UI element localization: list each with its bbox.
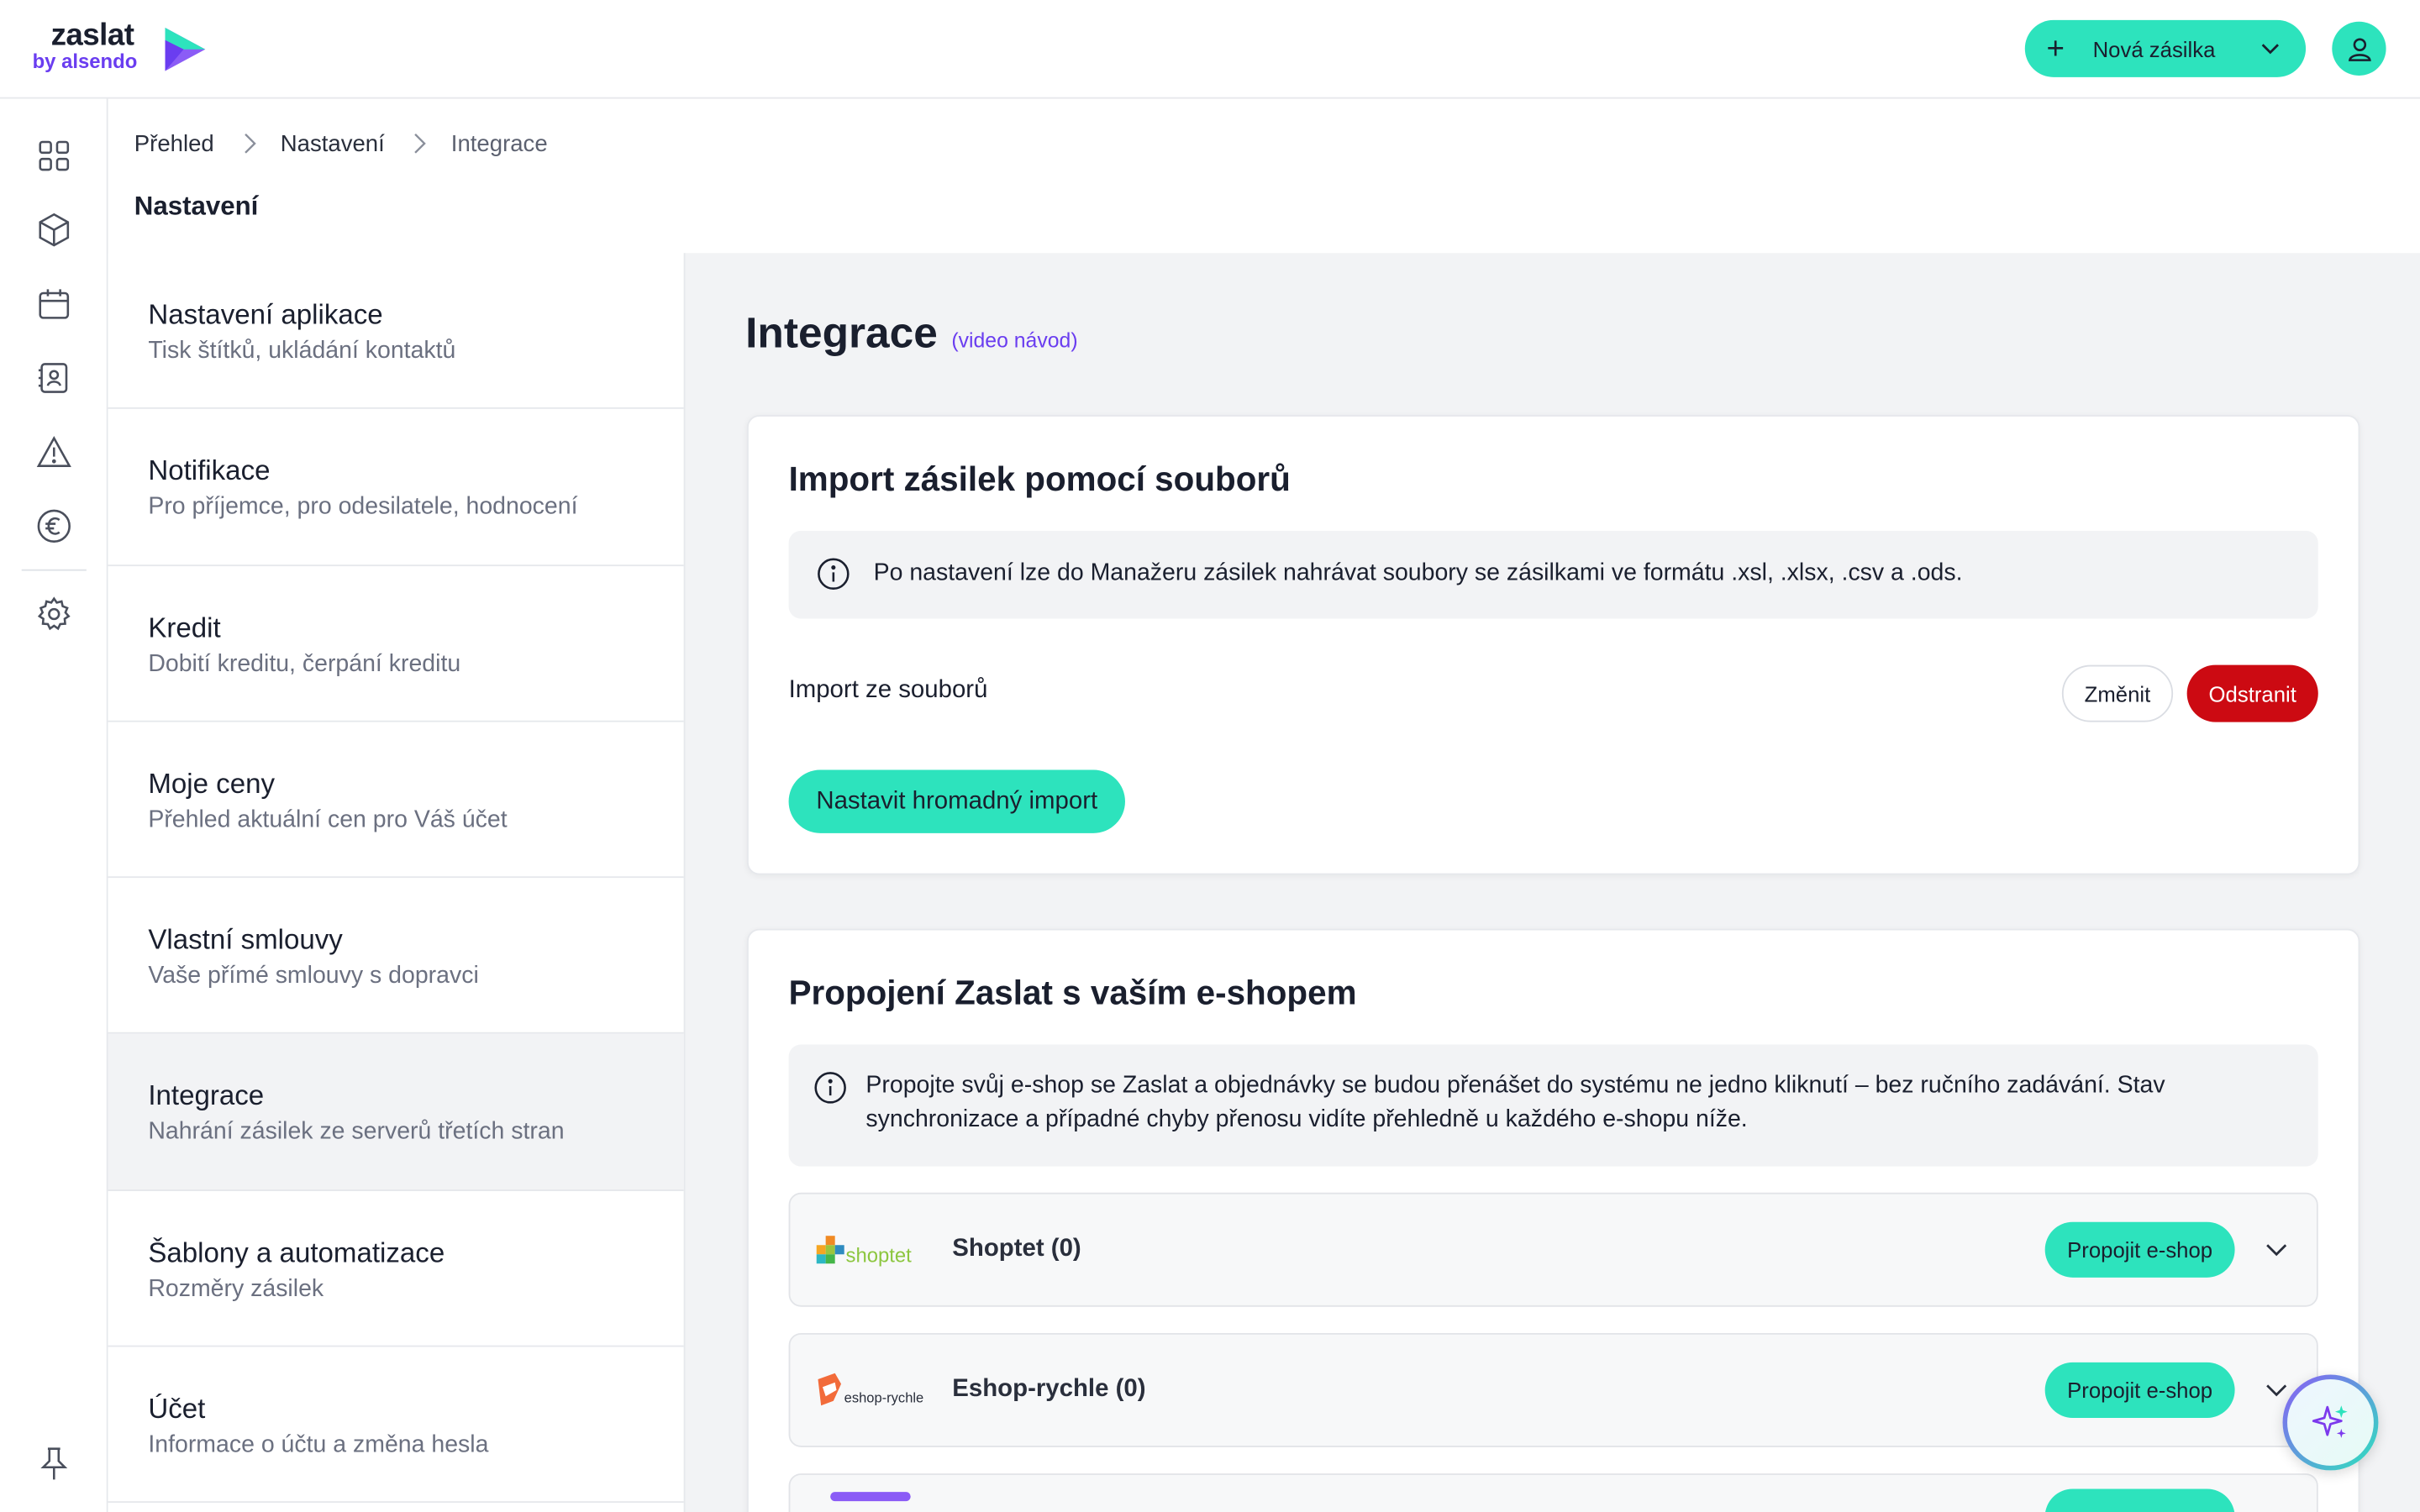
pin-icon[interactable] — [35, 1446, 72, 1483]
menu-item-subtitle: Nahrání zásilek ze serverů třetích stran — [148, 1119, 565, 1146]
menu-item-title: Nastavení aplikace — [148, 299, 383, 331]
remove-button[interactable]: Odstranit — [2186, 664, 2318, 722]
main-content: Integrace (video návod) Import zásilek p… — [685, 253, 2420, 1512]
menu-item-subtitle: Rozměry zásilek — [148, 1275, 324, 1302]
info-box: Po nastavení lze do Manažeru zásilek nah… — [788, 530, 2318, 619]
logo-by: by alsendo — [32, 49, 138, 73]
menu-item-subtitle: Informace o účtu a změna hesla — [148, 1431, 489, 1458]
menu-item-integration[interactable]: Integrace Nahrání zásilek ze serverů tře… — [108, 1034, 684, 1191]
eshop-connection-card: Propojení Zaslat s vaším e-shopem Propoj… — [746, 928, 2360, 1512]
video-guide-link[interactable]: (video návod) — [951, 328, 1077, 352]
menu-item-credit[interactable]: Kredit Dobití kreditu, čerpání kreditu — [108, 565, 684, 722]
breadcrumb-integration: Integrace — [450, 130, 548, 157]
shop-name: Eshop-rychle (0) — [952, 1376, 1146, 1403]
menu-item-own-contracts[interactable]: Vlastní smlouvy Vaše přímé smlouvy s dop… — [108, 878, 684, 1035]
user-icon — [2348, 37, 2370, 60]
svg-text:shoptet: shoptet — [846, 1244, 913, 1267]
integration-title: Integrace — [745, 308, 938, 357]
shop-logo-partial — [830, 1492, 911, 1502]
menu-item-title: Moje ceny — [148, 768, 276, 800]
info-text: Propojte svůj e-shop se Zaslat a objedná… — [865, 1072, 2165, 1133]
menu-item-my-prices[interactable]: Moje ceny Přehled aktuální cen pro Váš ú… — [108, 722, 684, 879]
app-root: zaslat by alsendo + Nová zásilka Přehled… — [0, 0, 2420, 1512]
menu-item-title: Vlastní smlouvy — [148, 924, 343, 956]
new-shipment-button[interactable]: + Nová zásilka — [2024, 19, 2307, 77]
warning-icon[interactable] — [35, 433, 72, 470]
menu-item-subtitle: Pro příjemce, pro odesilatele, hodnocení — [148, 494, 578, 521]
menu-item-title: Účet — [148, 1393, 206, 1425]
calendar-icon[interactable] — [35, 286, 72, 323]
menu-item-subtitle: Tisk štítků, ukládání kontaktů — [148, 338, 456, 365]
shoptet-logo-icon: shoptet — [816, 1236, 913, 1267]
connect-eshop-button[interactable]: Propojit e-shop — [2044, 1362, 2235, 1418]
info-text: Po nastavení lze do Manažeru zásilek nah… — [873, 559, 1963, 586]
chevron-right-icon — [242, 133, 257, 155]
menu-item-subtitle: Dobití kreditu, čerpání kreditu — [148, 650, 461, 677]
import-row-label: Import ze souborů — [788, 677, 988, 704]
zaslat-logo[interactable]: zaslat by alsendo — [33, 18, 210, 80]
menu-item-title: Integrace — [148, 1080, 265, 1112]
shop-row-shoptet[interactable]: shoptet Shoptet (0) Propojit e-shop — [788, 1192, 2318, 1307]
chevron-down-icon — [2261, 44, 2279, 55]
top-bar: zaslat by alsendo + Nová zásilka — [0, 0, 2420, 99]
svg-text:eshop-rychle: eshop-rychle — [844, 1390, 924, 1406]
chevron-down-icon[interactable] — [2264, 1378, 2288, 1402]
menu-item-title: Kredit — [148, 612, 221, 643]
plus-icon: + — [2046, 31, 2065, 66]
eshop-rychle-logo-icon: eshop-rychle — [818, 1373, 924, 1406]
menu-item-subtitle: Vaše přímé smlouvy s dopravci — [148, 963, 479, 990]
settings-icon[interactable] — [35, 596, 72, 633]
sparkles-icon — [2312, 1405, 2348, 1438]
card-title: Propojení Zaslat s vaším e-shopem — [788, 973, 1357, 1012]
rail-divider — [21, 569, 87, 571]
shop-name: Shoptet (0) — [952, 1236, 1081, 1263]
info-icon — [818, 558, 850, 590]
dashboard-icon[interactable] — [35, 137, 72, 174]
connect-eshop-button[interactable]: Propojit e-shop — [2044, 1221, 2235, 1278]
page-title: Nastavení — [134, 191, 259, 221]
info-icon — [814, 1072, 846, 1104]
connect-eshop-button-partial[interactable] — [2044, 1488, 2235, 1512]
icon-rail — [0, 98, 108, 1512]
menu-item-templates[interactable]: Šablony a automatizace Rozměry zásilek — [108, 1191, 684, 1347]
shop-row-partial[interactable] — [788, 1473, 2318, 1512]
fab-inner — [2287, 1379, 2374, 1466]
menu-item-account[interactable]: Účet Informace o účtu a změna hesla — [108, 1347, 684, 1504]
info-box: Propojte svůj e-shop se Zaslat a objedná… — [788, 1044, 2318, 1167]
contacts-icon[interactable] — [35, 360, 72, 396]
breadcrumb: Přehled Nastavení Integrace — [134, 128, 548, 159]
new-shipment-label: Nová zásilka — [2092, 36, 2216, 61]
settings-menu: Nastavení aplikace Tisk štítků, ukládání… — [108, 253, 686, 1512]
menu-item-title: Notifikace — [148, 455, 271, 487]
section-heading: Integrace (video návod) — [745, 308, 1077, 358]
chevron-right-icon — [413, 133, 428, 155]
play-logo-icon — [165, 28, 206, 71]
chevron-down-icon[interactable] — [2264, 1237, 2288, 1262]
shop-row-eshop-rychle[interactable]: eshop-rychle Eshop-rychle (0) Propojit e… — [788, 1332, 2318, 1447]
euro-icon[interactable] — [35, 507, 72, 544]
breadcrumb-overview[interactable]: Přehled — [134, 130, 214, 156]
change-button[interactable]: Změnit — [2061, 664, 2174, 722]
card-title: Import zásilek pomocí souborů — [788, 459, 1291, 499]
menu-item-subtitle: Přehled aktuální cen pro Váš účet — [148, 806, 508, 833]
package-icon[interactable] — [35, 212, 72, 249]
setup-bulk-import-button[interactable]: Nastavit hromadný import — [788, 769, 1125, 833]
menu-item-app-settings[interactable]: Nastavení aplikace Tisk štítků, ukládání… — [108, 253, 684, 410]
breadcrumb-settings[interactable]: Nastavení — [281, 130, 385, 156]
file-import-card: Import zásilek pomocí souborů Po nastave… — [746, 415, 2360, 875]
menu-item-notifications[interactable]: Notifikace Pro příjemce, pro odesilatele… — [108, 409, 684, 566]
menu-item-title: Šablony a automatizace — [148, 1236, 445, 1268]
ai-assistant-button[interactable] — [2282, 1374, 2379, 1471]
user-avatar-button[interactable] — [2332, 21, 2386, 76]
